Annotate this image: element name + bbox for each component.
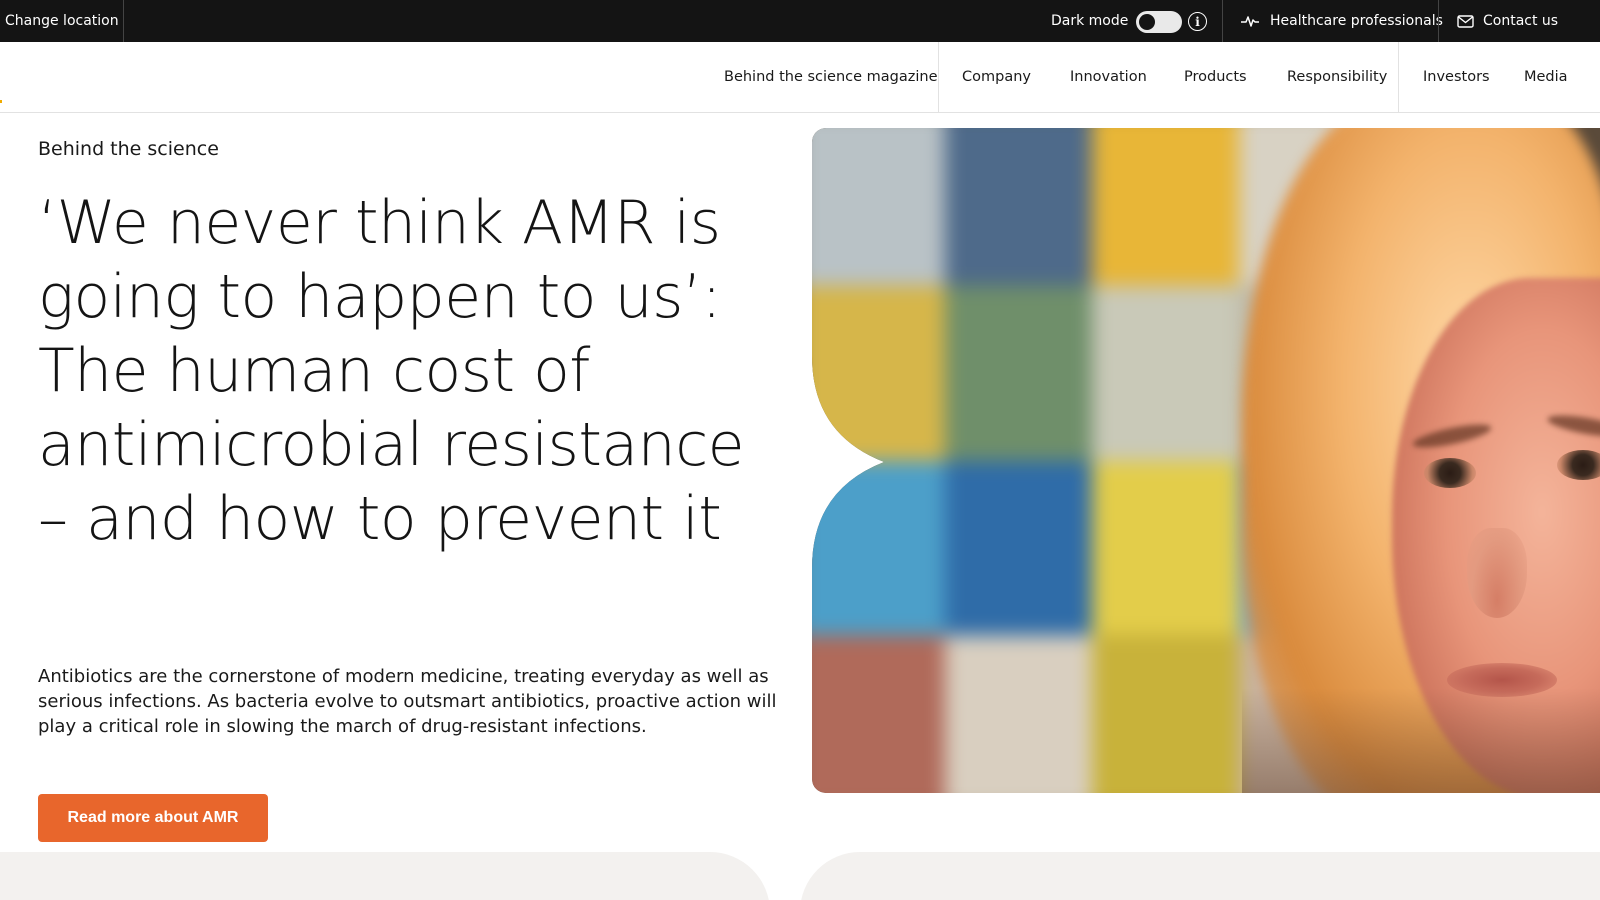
healthcare-professionals-label: Healthcare professionals (1270, 13, 1443, 29)
dark-mode-label: Dark mode (1051, 13, 1129, 29)
info-icon[interactable]: i (1188, 12, 1207, 31)
utility-bar: Change location Dark mode i Healthcare p… (0, 0, 1600, 42)
section-eyebrow: Behind the science (38, 138, 219, 160)
main-navigation: Behind the science magazine Company Inno… (0, 42, 1600, 113)
logo[interactable] (0, 100, 2, 103)
nav-item-investors[interactable]: Investors (1423, 42, 1490, 112)
healthcare-professionals-link[interactable]: Healthcare professionals (1240, 0, 1443, 42)
divider (938, 42, 939, 112)
page-title: ‘We never think AMR is going to happen t… (38, 188, 745, 554)
contact-us-label: Contact us (1483, 13, 1559, 29)
divider (1222, 0, 1223, 42)
nav-item-products[interactable]: Products (1184, 42, 1247, 112)
divider (1438, 0, 1439, 42)
pulse-icon (1241, 16, 1259, 27)
intro-paragraph: Antibiotics are the cornerstone of moder… (38, 666, 777, 737)
divider (1398, 42, 1399, 112)
mail-icon (1457, 14, 1474, 28)
hero-image (812, 128, 1600, 793)
content-card-right (800, 852, 1600, 900)
nav-item-behind-the-science-magazine[interactable]: Behind the science magazine (724, 42, 938, 112)
content-card-left (0, 852, 770, 900)
dark-mode-toggle[interactable] (1136, 11, 1182, 33)
read-more-button[interactable]: Read more about AMR (38, 794, 268, 842)
change-location-link[interactable]: Change location (0, 0, 124, 42)
contact-us-link[interactable]: Contact us (1457, 0, 1558, 42)
nav-item-media[interactable]: Media (1524, 42, 1568, 112)
toggle-knob (1139, 14, 1155, 30)
nav-item-responsibility[interactable]: Responsibility (1287, 42, 1387, 112)
nav-item-innovation[interactable]: Innovation (1070, 42, 1147, 112)
nav-item-company[interactable]: Company (962, 42, 1031, 112)
